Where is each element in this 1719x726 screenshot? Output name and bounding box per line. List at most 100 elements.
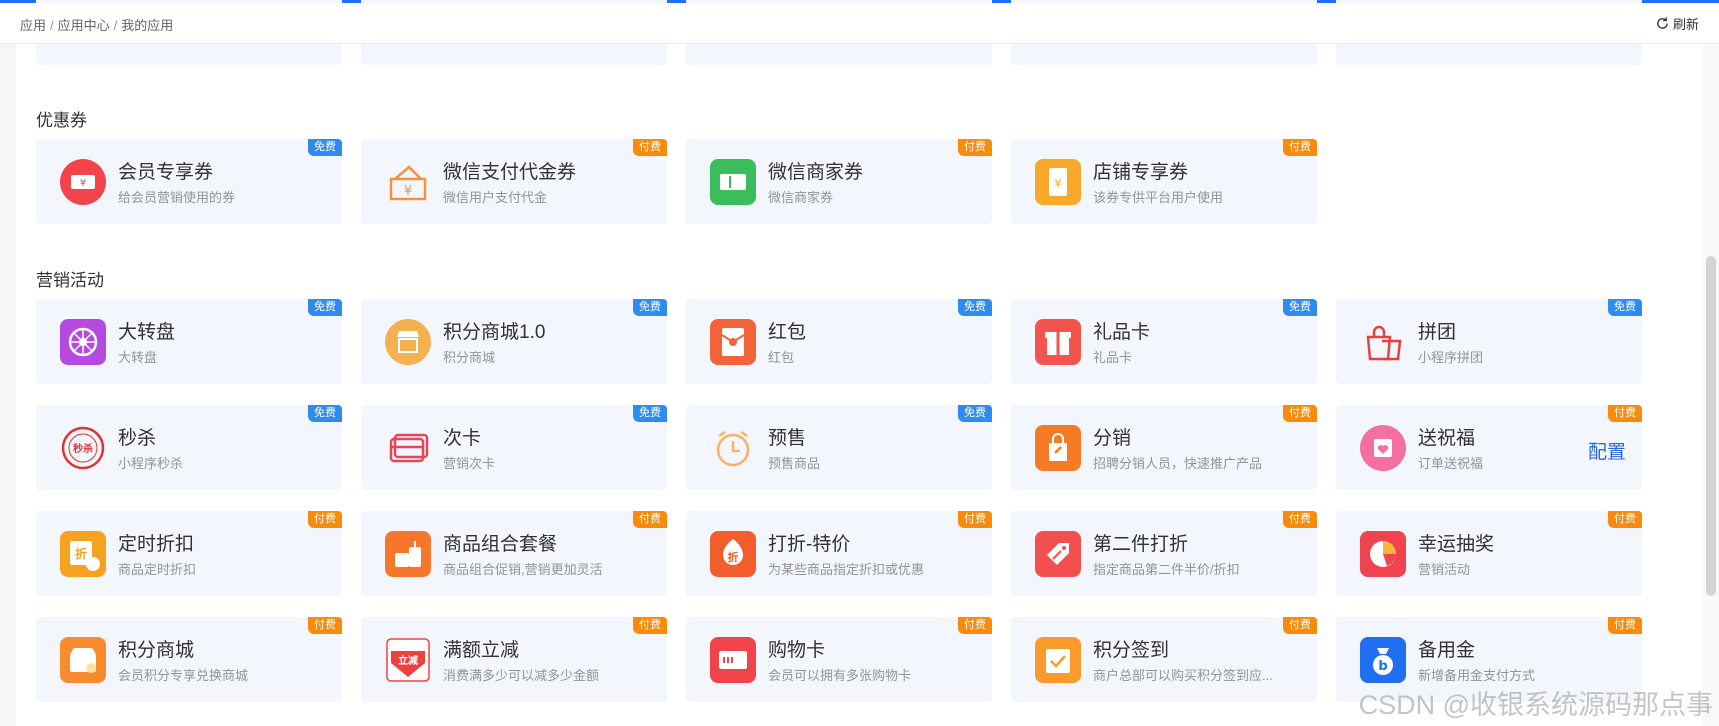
scrollbar-thumb[interactable] bbox=[1706, 256, 1716, 596]
app-card-description: 营销次卡 bbox=[443, 456, 496, 471]
app-card-name: 微信支付代金券 bbox=[443, 162, 577, 183]
app-card-name: 积分商城 bbox=[118, 640, 195, 661]
app-card-name: 拼团 bbox=[1418, 322, 1457, 343]
price-badge: 付费 bbox=[958, 139, 992, 156]
store-icon bbox=[385, 319, 431, 365]
shopping-card-icon bbox=[710, 637, 756, 683]
app-card-name: 预售 bbox=[768, 428, 807, 449]
price-badge: 付费 bbox=[633, 139, 667, 156]
app-card-description: 会员积分专享兑换商城 bbox=[118, 668, 249, 683]
app-card[interactable]: 拼团 小程序拼团 免费 bbox=[1336, 299, 1642, 384]
left-gutter bbox=[0, 44, 16, 726]
app-card-name: 打折-特价 bbox=[768, 534, 851, 555]
app-card[interactable]: 积分商城 会员积分专享兑换商城 付费 bbox=[36, 617, 342, 702]
app-card-description: 红包 bbox=[768, 350, 795, 365]
price-badge: 付费 bbox=[1283, 405, 1317, 422]
app-card-description: 大转盘 bbox=[118, 350, 158, 365]
blessing-icon bbox=[1360, 425, 1406, 471]
breadcrumb-item-app[interactable]: 应用 bbox=[20, 18, 46, 33]
app-card-description: 商品定时折扣 bbox=[118, 562, 197, 577]
svg-text:¥: ¥ bbox=[80, 178, 86, 189]
gift-card-icon bbox=[1035, 319, 1081, 365]
price-badge: 免费 bbox=[633, 405, 667, 422]
scrollbar[interactable] bbox=[1702, 44, 1719, 726]
app-card-description: 指定商品第二件半价/折扣 bbox=[1093, 562, 1240, 577]
distribution-icon bbox=[1035, 425, 1081, 471]
app-card-description: 小程序拼团 bbox=[1418, 350, 1484, 365]
price-badge: 免费 bbox=[958, 299, 992, 316]
app-card[interactable]: 送祝福 订单送祝福 付费 配置 bbox=[1336, 405, 1642, 490]
discount-icon: 折 bbox=[710, 531, 756, 577]
app-card-name: 第二件打折 bbox=[1093, 534, 1189, 555]
refresh-button[interactable]: 刷新 bbox=[1655, 14, 1699, 33]
price-badge: 付费 bbox=[308, 617, 342, 634]
app-card[interactable]: 次卡 营销次卡 免费 bbox=[361, 405, 667, 490]
refresh-icon bbox=[1657, 17, 1668, 29]
app-card-name: 大转盘 bbox=[118, 322, 176, 343]
app-card-description: 为某些商品指定折扣或优惠 bbox=[768, 562, 925, 577]
app-card[interactable]: 商品组合套餐 商品组合促销,营销更加灵活 付费 bbox=[361, 511, 667, 596]
app-card[interactable]: 积分商城1.0 积分商城 免费 bbox=[361, 299, 667, 384]
app-card[interactable]: 分销 招聘分销人员，快速推广产品 付费 bbox=[1011, 405, 1317, 490]
card-icon bbox=[385, 425, 431, 471]
app-card-name: 送祝福 bbox=[1418, 428, 1476, 449]
app-card[interactable]: 大转盘 大转盘 免费 bbox=[36, 299, 342, 384]
full-reduction-icon: 立减 bbox=[385, 637, 431, 683]
app-card-name: 微信商家券 bbox=[768, 162, 864, 183]
app-card[interactable]: 购物卡 会员可以拥有多张购物卡 付费 bbox=[686, 617, 992, 702]
app-card-description: 微信商家券 bbox=[768, 190, 834, 205]
app-card[interactable]: 预售 预售商品 免费 bbox=[686, 405, 992, 490]
watermark: CSDN @收银系统源码那点事 bbox=[1358, 690, 1713, 720]
combo-icon bbox=[385, 531, 431, 577]
app-card[interactable]: ¥ 会员专享券 给会员营销使用的券 免费 bbox=[36, 139, 342, 224]
app-card[interactable]: 积分签到 商户总部可以购买积分签到应... 付费 bbox=[1011, 617, 1317, 702]
app-card[interactable]: 红包 红包 免费 bbox=[686, 299, 992, 384]
app-card-description: 商户总部可以购买积分签到应... bbox=[1093, 668, 1273, 683]
app-card-name: 秒杀 bbox=[118, 428, 157, 449]
app-card-description: 消费满多少可以减多少金额 bbox=[443, 668, 600, 683]
svg-text:折: 折 bbox=[75, 546, 87, 561]
breadcrumb-item-my-apps: 我的应用 bbox=[121, 18, 174, 33]
app-card[interactable]: ¥ 店铺专享券 该券专供平台用户使用 付费 bbox=[1011, 139, 1317, 224]
ticket-icon: ¥ bbox=[60, 159, 106, 205]
wallet-icon: ¥ bbox=[385, 159, 431, 205]
app-card-description: 预售商品 bbox=[768, 456, 821, 471]
breadcrumb-item-app-center[interactable]: 应用中心 bbox=[58, 18, 110, 33]
price-badge: 免费 bbox=[308, 405, 342, 422]
app-card[interactable]: 微信商家券 微信商家券 付费 bbox=[686, 139, 992, 224]
price-badge: 付费 bbox=[1608, 511, 1642, 528]
app-card[interactable]: 折 打折-特价 为某些商品指定折扣或优惠 付费 bbox=[686, 511, 992, 596]
section-title-coupons: 优惠券 bbox=[36, 111, 87, 130]
app-card-description: 小程序秒杀 bbox=[118, 456, 184, 471]
svg-text:立减: 立减 bbox=[398, 654, 418, 667]
price-badge: 免费 bbox=[308, 139, 342, 156]
app-card[interactable]: 折 定时折扣 商品定时折扣 付费 bbox=[36, 511, 342, 596]
app-card[interactable]: 秒杀 秒杀 小程序秒杀 免费 bbox=[36, 405, 342, 490]
price-badge: 付费 bbox=[633, 511, 667, 528]
app-card-name: 幸运抽奖 bbox=[1418, 534, 1495, 555]
app-card[interactable]: 第二件打折 指定商品第二件半价/折扣 付费 bbox=[1011, 511, 1317, 596]
price-badge: 免费 bbox=[633, 299, 667, 316]
app-card-name: 分销 bbox=[1093, 428, 1132, 449]
app-card-name: 积分签到 bbox=[1093, 640, 1170, 661]
app-card[interactable]: 立减 满额立减 消费满多少可以减多少金额 付费 bbox=[361, 617, 667, 702]
config-link[interactable]: 配置 bbox=[1588, 437, 1626, 464]
svg-text:b: b bbox=[1378, 659, 1387, 674]
app-card-description: 微信用户支付代金 bbox=[443, 190, 548, 205]
app-card[interactable]: 礼品卡 礼品卡 免费 bbox=[1011, 299, 1317, 384]
app-card-description: 积分商城 bbox=[443, 350, 496, 365]
breadcrumb: 应用 / 应用中心 / 我的应用 bbox=[20, 18, 174, 33]
app-card-description: 礼品卡 bbox=[1093, 350, 1133, 365]
app-card[interactable]: ¥ 微信支付代金券 微信用户支付代金 付费 bbox=[361, 139, 667, 224]
price-badge: 付费 bbox=[1283, 511, 1317, 528]
price-badge: 付费 bbox=[308, 511, 342, 528]
app-card-name: 会员专享券 bbox=[118, 162, 214, 183]
check-in-icon bbox=[1035, 637, 1081, 683]
app-card-name: 满额立减 bbox=[443, 640, 520, 661]
app-card-name: 购物卡 bbox=[768, 640, 826, 661]
app-card-description: 新增备用金支付方式 bbox=[1418, 668, 1536, 683]
app-card[interactable]: 幸运抽奖 营销活动 付费 bbox=[1336, 511, 1642, 596]
wheel-icon bbox=[60, 319, 106, 365]
price-badge: 免费 bbox=[1608, 299, 1642, 316]
app-card-description: 给会员营销使用的券 bbox=[118, 190, 236, 205]
